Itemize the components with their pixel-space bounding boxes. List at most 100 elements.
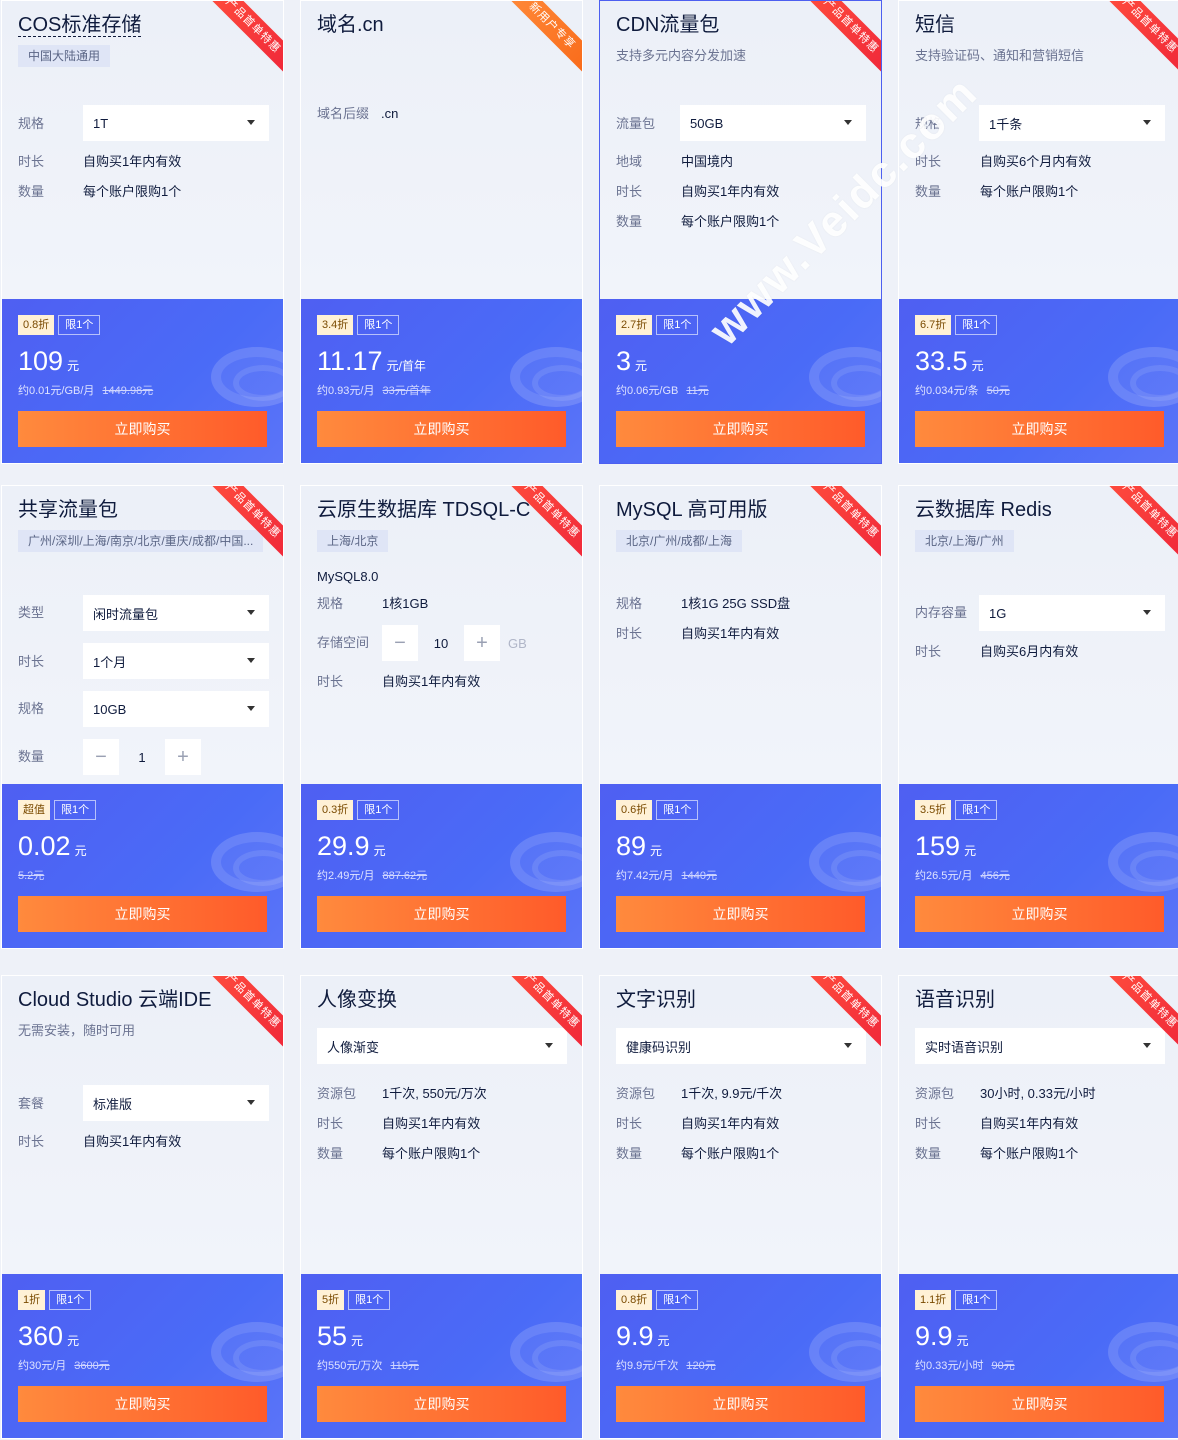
price-unit: 元: [74, 844, 87, 858]
buy-button[interactable]: 立即购买: [616, 896, 865, 932]
minus-button[interactable]: −: [83, 739, 119, 775]
original-price: 11元: [686, 385, 709, 397]
duration-label: 时长: [616, 626, 643, 641]
disc-decoration: [211, 832, 283, 892]
buy-button[interactable]: 立即购买: [616, 411, 865, 447]
original-price: 50元: [986, 385, 1010, 397]
quantity-value: 每个账户限购1个: [980, 1146, 1079, 1161]
select-value: 健康码识别: [626, 1039, 692, 1055]
price-unit: 元: [657, 1334, 670, 1348]
discount-badge: 超值: [18, 800, 50, 820]
plus-button[interactable]: +: [165, 739, 201, 775]
disc-decoration: [1108, 832, 1178, 892]
price-panel: 5折 限1个 55 元 约550元/万次 110元 立即购买: [301, 1274, 582, 1438]
capability-select[interactable]: 健康码识别: [616, 1028, 866, 1064]
storage-stepper: − 10 + GB: [382, 625, 527, 661]
price-unit: 元: [351, 1334, 364, 1348]
price-value: 33.5: [915, 346, 968, 376]
price-value: 3: [616, 346, 632, 376]
unit-price: 约0.33元/小时: [915, 1360, 984, 1372]
duration-label: 时长: [317, 674, 344, 689]
product-card-mysql: MySQL 高可用版 北京/广州/成都/上海 规格 1核1G 25G SSD盘 时…: [599, 485, 882, 949]
chevron-down-icon: [545, 1043, 553, 1048]
disc-decoration: [809, 1322, 881, 1382]
limit-badge: 限1个: [656, 800, 699, 820]
duration-value: 自购买6个月内有效: [980, 154, 1092, 169]
stepper-value[interactable]: 1: [119, 739, 165, 775]
buy-button[interactable]: 立即购买: [915, 1386, 1164, 1422]
unit-price: 约26.5元/月: [915, 870, 973, 882]
quantity-label: 数量: [18, 749, 45, 764]
spec-label: 规格: [616, 596, 643, 611]
stepper-value[interactable]: 10: [418, 625, 464, 661]
spec-value: 1核1GB: [382, 596, 429, 611]
disc-decoration: [510, 347, 582, 407]
plan-select[interactable]: 标准版: [83, 1085, 269, 1121]
type-select[interactable]: 闲时流量包: [83, 595, 269, 631]
quantity-label: 数量: [18, 184, 45, 199]
buy-button[interactable]: 立即购买: [317, 896, 566, 932]
original-price: 456元: [980, 870, 1010, 882]
unit-price: 约9.9元/千次: [616, 1360, 679, 1372]
spec-label: 流量包: [616, 116, 656, 131]
card-subtitle: 无需安装，随时可用: [18, 1023, 136, 1038]
duration-label: 时长: [915, 644, 942, 659]
price-panel: 0.3折 限1个 29.9 元 约2.49元/月 887.62元 立即购买: [301, 784, 582, 948]
buy-button[interactable]: 立即购买: [915, 411, 1164, 447]
package-label: 资源包: [616, 1086, 656, 1101]
package-label: 资源包: [915, 1086, 955, 1101]
price-unit: 元: [67, 1334, 80, 1348]
quantity-value: 每个账户限购1个: [382, 1146, 481, 1161]
unit-price: 约0.01元/GB/月: [18, 385, 95, 397]
disc-decoration: [510, 1322, 582, 1382]
product-card-cloud-studio: Cloud Studio 云端IDE 无需安装，随时可用 套餐 标准版 时长 自购…: [1, 975, 284, 1439]
product-card-cos: COS标准存储 中国大陆通用 规格 1T 时长 自购买1年内有效 数量 每个账户限购…: [1, 0, 284, 464]
minus-button[interactable]: −: [382, 625, 418, 661]
price-panel: 6.7折 限1个 33.5 元 约0.034元/条 50元 立即购买: [899, 299, 1178, 463]
discount-badge: 0.3折: [317, 800, 354, 820]
buy-button[interactable]: 立即购买: [915, 896, 1164, 932]
card-title[interactable]: COS标准存储: [18, 14, 142, 37]
spec-select[interactable]: 1千条: [979, 105, 1165, 141]
plus-button[interactable]: +: [464, 625, 500, 661]
capability-select[interactable]: 人像渐变: [317, 1028, 567, 1064]
product-card-sms: 短信 支持验证码、通知和营销短信 规格 1千条 时长 自购买6个月内有效 数量 每个…: [898, 0, 1178, 464]
package-value: 1千次, 9.9元/千次: [681, 1086, 783, 1101]
spec-label: 规格: [317, 596, 344, 611]
duration-select[interactable]: 1个月: [83, 643, 269, 679]
quantity-value: 每个账户限购1个: [681, 1146, 780, 1161]
spec-value: 1核1G 25G SSD盘: [681, 596, 791, 611]
price-unit: 元: [67, 359, 80, 373]
price-value: 55: [317, 1321, 348, 1351]
price-panel: 3.5折 限1个 159 元 约26.5元/月 456元 立即购买: [899, 784, 1178, 948]
quantity-label: 数量: [915, 1146, 942, 1161]
original-price: 3600元: [74, 1360, 110, 1372]
product-card-domain: 域名.cn 域名后缀 .cn 新用户专享 3.4折 限1个 11.17 元/首年 约0…: [300, 0, 583, 464]
spec-select[interactable]: 10GB: [83, 691, 269, 727]
buy-button[interactable]: 立即购买: [18, 896, 267, 932]
type-label: 类型: [18, 605, 45, 620]
chevron-down-icon: [247, 610, 255, 615]
buy-button[interactable]: 立即购买: [616, 1386, 865, 1422]
capability-select[interactable]: 实时语音识别: [915, 1028, 1165, 1064]
chevron-down-icon: [247, 1100, 255, 1105]
buy-button[interactable]: 立即购买: [18, 1386, 267, 1422]
buy-button[interactable]: 立即购买: [317, 411, 566, 447]
limit-badge: 限1个: [49, 1290, 92, 1310]
chevron-down-icon: [247, 120, 255, 125]
region-tag: 北京/上海/广州: [915, 530, 1014, 552]
spec-select[interactable]: 1T: [83, 105, 269, 141]
product-card-face-transform: 人像变换 人像渐变 资源包 1千次, 550元/万次 时长 自购买1年内有效 数量每…: [300, 975, 583, 1439]
duration-label: 时长: [317, 1116, 344, 1131]
buy-button[interactable]: 立即购买: [317, 1386, 566, 1422]
domain-suffix-value: .cn: [381, 106, 399, 121]
memory-select[interactable]: 1G: [979, 595, 1165, 631]
quantity-label: 数量: [915, 184, 942, 199]
unit-price: 约30元/月: [18, 1360, 67, 1372]
spec-select[interactable]: 50GB: [680, 105, 866, 141]
price-panel: 1折 限1个 360 元 约30元/月 3600元 立即购买: [2, 1274, 283, 1438]
region-tag: 上海/北京: [317, 530, 389, 552]
buy-button[interactable]: 立即购买: [18, 411, 267, 447]
region-tag: 广州/深圳/上海/南京/北京/重庆/成都/中国...: [18, 530, 264, 552]
plan-label: 套餐: [18, 1096, 45, 1111]
